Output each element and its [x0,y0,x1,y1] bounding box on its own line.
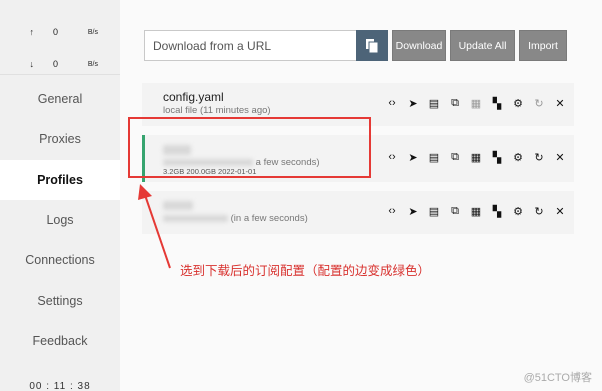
annotation-text: 选到下载后的订阅配置（配置的边变成绿色） [180,264,431,278]
annotation-arrow [138,184,171,269]
watermark: @51CTO博客 [523,372,592,384]
app-window: 📌 — ☐ ✕ ↑ 0 B/s ↓ 0 B/s General Proxies … [0,0,602,391]
